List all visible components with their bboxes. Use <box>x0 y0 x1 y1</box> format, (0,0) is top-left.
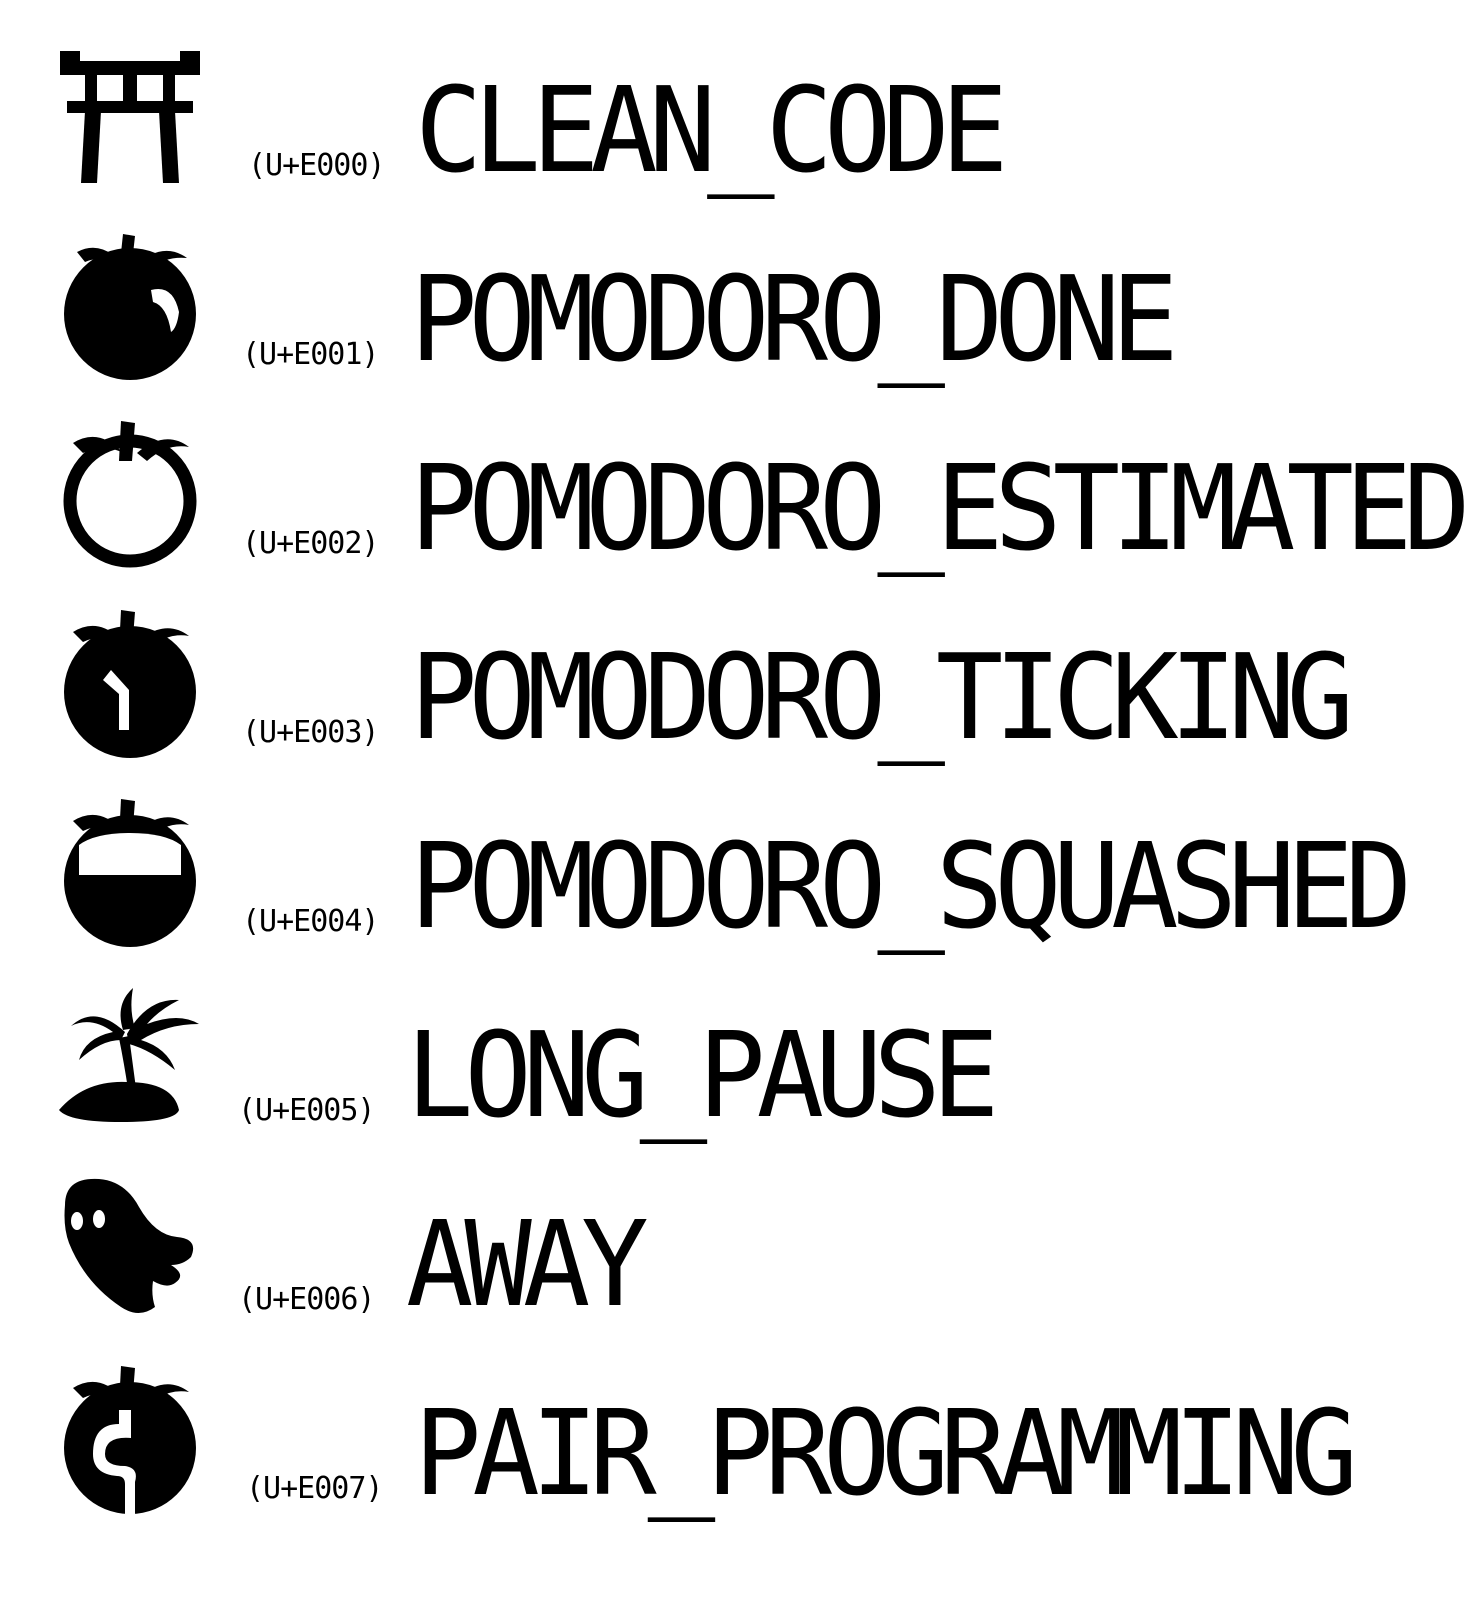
codepoint-label: (U+E000) <box>248 148 385 183</box>
tomato-done-icon <box>55 232 205 382</box>
tomato-clock-icon <box>55 610 205 760</box>
glyph-name: POMODORO_DONE <box>410 251 1179 389</box>
codepoint-label: (U+E003) <box>242 715 379 750</box>
codepoint-label: (U+E001) <box>242 337 379 372</box>
tomato-pair-icon <box>55 1366 205 1516</box>
codepoint-label: (U+E002) <box>242 526 379 561</box>
torii-gate-icon <box>55 43 205 193</box>
glyph-row-away: (U+E006) AWAY <box>0 1172 1480 1362</box>
tomato-squashed-icon <box>55 799 205 949</box>
glyph-name: POMODORO_ESTIMATED <box>410 440 1471 578</box>
ghost-icon <box>55 1177 205 1327</box>
glyph-name: POMODORO_TICKING <box>410 629 1354 767</box>
glyph-row-long-pause: (U+E005) LONG_PAUSE <box>0 983 1480 1173</box>
codepoint-label: (U+E005) <box>238 1093 375 1128</box>
glyph-name: LONG_PAUSE <box>406 1007 999 1145</box>
glyph-name: PAIR_PROGRAMMING <box>414 1385 1358 1523</box>
glyph-row-pomodoro-done: (U+E001) POMODORO_DONE <box>0 227 1480 417</box>
codepoint-label: (U+E004) <box>242 904 379 939</box>
glyph-name: CLEAN_CODE <box>415 62 1008 200</box>
glyph-row-pomodoro-squashed: (U+E004) POMODORO_SQUASHED <box>0 794 1480 984</box>
tomato-outline-icon <box>55 421 205 571</box>
glyph-row-clean-code: (U+E000) CLEAN_CODE <box>0 38 1480 228</box>
glyph-name: POMODORO_SQUASHED <box>410 818 1412 956</box>
codepoint-label: (U+E006) <box>238 1282 375 1317</box>
codepoint-label: (U+E007) <box>246 1471 383 1506</box>
glyph-name: AWAY <box>406 1196 649 1334</box>
palm-island-icon <box>55 988 205 1138</box>
glyph-row-pair-programming: (U+E007) PAIR_PROGRAMMING <box>0 1361 1480 1551</box>
glyph-row-pomodoro-ticking: (U+E003) POMODORO_TICKING <box>0 605 1480 795</box>
glyph-row-pomodoro-estimated: (U+E002) POMODORO_ESTIMATED <box>0 416 1480 606</box>
